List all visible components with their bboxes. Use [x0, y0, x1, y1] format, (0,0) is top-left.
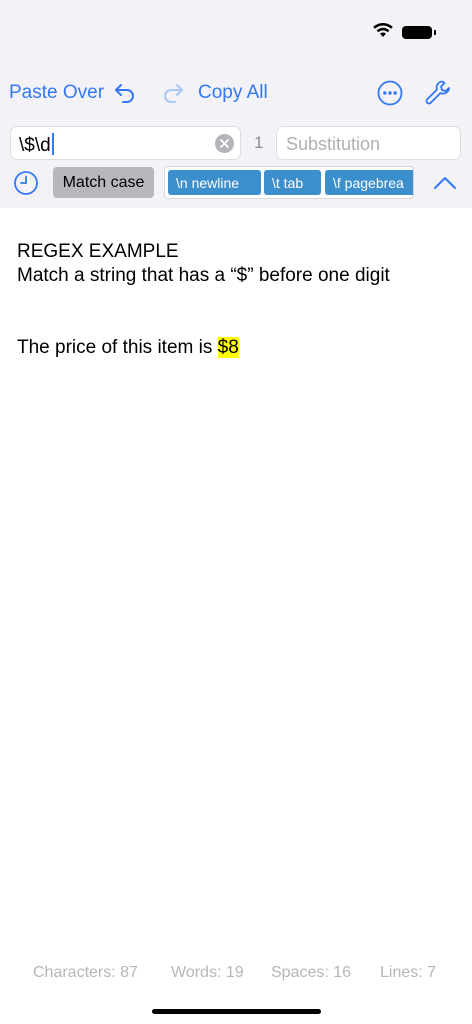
redo-icon[interactable] [158, 78, 188, 108]
substitution-placeholder: Substitution [286, 134, 381, 154]
stats-footer: Characters: 87 Words: 19 Spaces: 16 Line… [0, 964, 472, 988]
clear-icon[interactable] [215, 134, 234, 153]
text-cursor [51, 133, 54, 155]
doc-line-description: Match a string that has a “$” before one… [17, 265, 390, 286]
pagebreak-chip[interactable]: \f pagebrea [325, 170, 413, 195]
copy-all-button[interactable]: Copy All [198, 82, 268, 104]
regex-input[interactable]: \$\d [19, 133, 54, 157]
doc-line-price: The price of this item is $8 [17, 336, 457, 360]
status-bar [372, 22, 436, 43]
spaces-count: Spaces: 16 [271, 964, 352, 981]
price-text: The price of this item is [17, 337, 218, 358]
history-clock-icon[interactable] [13, 170, 39, 196]
wifi-icon [372, 22, 394, 43]
match-count: 1 [254, 133, 264, 152]
escape-chips-bar[interactable]: \n newline \t tab \f pagebrea [164, 166, 414, 199]
lines-count: Lines: 7 [380, 964, 437, 981]
wrench-icon[interactable] [423, 78, 453, 108]
regex-match-highlight: $8 [217, 337, 239, 358]
match-case-toggle[interactable]: Match case [53, 167, 154, 198]
newline-chip[interactable]: \n newline [168, 170, 261, 195]
doc-blank-lines [17, 288, 457, 336]
regex-search-field[interactable]: \$\d [10, 126, 241, 160]
characters-count: Characters: 87 [33, 964, 138, 981]
tab-chip[interactable]: \t tab [264, 170, 321, 195]
paste-over-button[interactable]: Paste Over [9, 82, 104, 104]
chevron-up-icon[interactable] [432, 172, 458, 194]
home-indicator[interactable] [152, 1009, 321, 1014]
doc-line-title: REGEX EXAMPLE [17, 241, 179, 262]
top-bar: Paste Over Copy All \$\d 1 Substitution … [0, 0, 472, 208]
words-count: Words: 19 [171, 964, 244, 981]
substitution-field[interactable]: Substitution [276, 126, 461, 160]
more-icon[interactable] [375, 78, 405, 108]
undo-icon[interactable] [110, 78, 140, 108]
battery-icon [402, 26, 436, 39]
toolbar: Paste Over Copy All [0, 74, 472, 112]
document-text[interactable]: REGEX EXAMPLE Match a string that has a … [17, 240, 457, 360]
